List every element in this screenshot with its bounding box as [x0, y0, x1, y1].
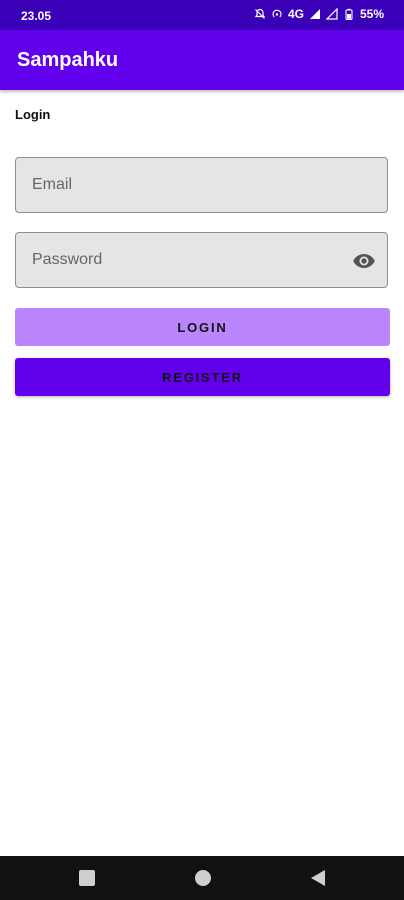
app-title: Sampahku: [17, 49, 119, 71]
battery-percent: 55%: [359, 7, 384, 21]
email-input[interactable]: [32, 158, 352, 212]
recent-apps-icon[interactable]: [78, 869, 96, 887]
network-type: 4G: [287, 7, 304, 21]
navigation-bar: [0, 856, 404, 900]
signal-icon: [309, 8, 321, 20]
password-field[interactable]: [15, 232, 388, 288]
status-time: 23.05: [21, 9, 52, 23]
signal-icon-2: [325, 8, 338, 20]
eye-icon[interactable]: [352, 249, 376, 273]
mute-icon: [254, 8, 266, 20]
password-input[interactable]: [32, 233, 352, 287]
back-icon[interactable]: [309, 869, 327, 887]
hotspot-icon: [271, 8, 283, 20]
battery-icon: [343, 8, 355, 20]
login-button[interactable]: LOGIN: [15, 308, 390, 346]
app-bar: Sampahku: [0, 30, 404, 90]
status-icons: 4G 55%: [254, 7, 384, 21]
email-field[interactable]: [15, 157, 388, 213]
status-bar: 23.05 4G 55%: [0, 0, 404, 30]
home-icon[interactable]: [194, 869, 212, 887]
screen-label: Login: [15, 107, 51, 122]
register-button[interactable]: REGISTER: [15, 358, 390, 396]
